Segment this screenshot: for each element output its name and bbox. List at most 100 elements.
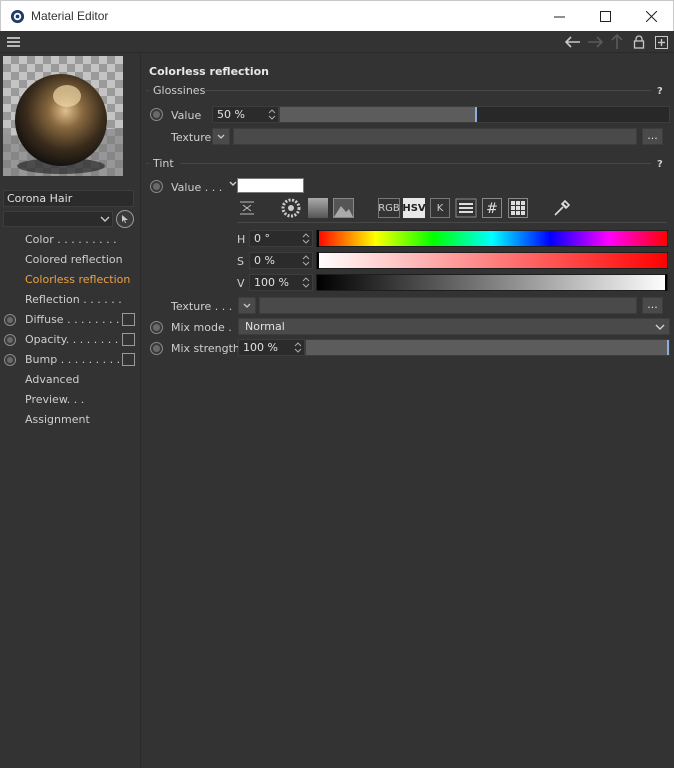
- hex-icon[interactable]: #: [482, 198, 502, 218]
- channel-animate-radio[interactable]: [4, 354, 16, 366]
- mix-strength-slider[interactable]: [305, 339, 670, 356]
- channel-item[interactable]: Colored reflection: [0, 250, 141, 270]
- glossiness-texture-dropdown[interactable]: [212, 128, 230, 145]
- slider-handle[interactable]: [667, 340, 669, 355]
- channel-animate-radio[interactable]: [4, 314, 16, 326]
- tint-animate-radio[interactable]: [150, 180, 163, 193]
- minimize-button[interactable]: [536, 1, 582, 31]
- mix-mode-animate-radio[interactable]: [150, 321, 163, 334]
- tint-value-label: Value . . .: [171, 181, 223, 194]
- channel-item[interactable]: Colorless reflection: [0, 270, 141, 290]
- channel-item-label: Color . . . . . . . . .: [25, 233, 117, 246]
- kelvin-mode-button[interactable]: K: [430, 198, 450, 218]
- channel-item[interactable]: Bump . . . . . . . . . .: [0, 350, 141, 370]
- lock-icon[interactable]: [630, 33, 648, 51]
- glossiness-group-label: Glossines: [153, 84, 206, 97]
- stepper-icon[interactable]: [302, 254, 310, 267]
- channel-settings: Colorless reflection Glossines ? Value 5…: [142, 53, 674, 768]
- material-picker-button[interactable]: [116, 210, 134, 228]
- saturation-gradient-slider[interactable]: [316, 252, 668, 269]
- glossiness-slider[interactable]: [279, 106, 670, 123]
- tint-help-button[interactable]: ?: [657, 159, 663, 170]
- material-dropdown[interactable]: [3, 211, 113, 227]
- tint-texture-browse-button[interactable]: ...: [642, 297, 663, 314]
- collapse-icon[interactable]: [237, 198, 257, 218]
- group-divider: [146, 90, 149, 91]
- channel-item-label: Bump . . . . . . . . . .: [25, 353, 128, 366]
- maximize-button[interactable]: [582, 1, 628, 31]
- group-divider: [180, 163, 651, 164]
- glossiness-animate-radio[interactable]: [150, 108, 163, 121]
- glossiness-help-button[interactable]: ?: [657, 86, 663, 97]
- glossiness-texture-browse-button[interactable]: ...: [642, 128, 663, 145]
- mix-strength-label: Mix strength: [171, 342, 240, 355]
- hsv-mode-button[interactable]: HSV: [402, 198, 426, 218]
- close-button[interactable]: [628, 1, 674, 31]
- title-bar: Material Editor: [0, 0, 674, 31]
- brightness-slider-handle[interactable]: [665, 274, 667, 291]
- channel-item[interactable]: Advanced: [0, 370, 141, 390]
- channel-item[interactable]: Assignment: [0, 410, 141, 430]
- color-wheel-icon[interactable]: [281, 198, 301, 218]
- material-name-field[interactable]: Corona Hair: [3, 190, 134, 207]
- channel-item-label: Advanced: [25, 373, 80, 386]
- picker-divider: [237, 222, 667, 223]
- stepper-icon[interactable]: [302, 276, 310, 289]
- window-title: Material Editor: [31, 9, 109, 23]
- stepper-icon[interactable]: [268, 108, 276, 121]
- glossiness-texture-field[interactable]: [233, 128, 637, 145]
- swatches-icon[interactable]: [508, 198, 528, 218]
- glossiness-value-input[interactable]: 50 %: [212, 106, 279, 123]
- maximize-icon: [599, 10, 611, 22]
- channel-enable-checkbox[interactable]: [122, 353, 135, 366]
- stepper-icon[interactable]: [302, 232, 310, 245]
- rgb-mode-button[interactable]: RGB: [378, 198, 400, 218]
- chevron-down-icon: [655, 324, 665, 330]
- brightness-gradient-slider[interactable]: [316, 274, 668, 291]
- mixer-icon[interactable]: [455, 198, 477, 218]
- slider-fill: [306, 340, 669, 355]
- material-preview[interactable]: [3, 56, 123, 176]
- channel-heading: Colorless reflection: [149, 65, 269, 78]
- channel-item-label: Preview. . .: [25, 393, 85, 406]
- chevron-down-icon: [100, 216, 110, 222]
- channel-enable-checkbox[interactable]: [122, 333, 135, 346]
- channel-item[interactable]: Color . . . . . . . . .: [0, 230, 141, 250]
- eyedropper-icon[interactable]: [552, 198, 572, 218]
- saturation-input[interactable]: 0 %: [249, 252, 313, 269]
- channel-item[interactable]: Preview. . .: [0, 390, 141, 410]
- hue-gradient-slider[interactable]: [316, 230, 668, 247]
- picture-icon[interactable]: [333, 198, 354, 218]
- new-window-icon[interactable]: [652, 33, 670, 51]
- channel-item[interactable]: Reflection . . . . . .: [0, 290, 141, 310]
- channel-enable-checkbox[interactable]: [122, 313, 135, 326]
- back-arrow-icon[interactable]: [564, 33, 582, 51]
- hue-slider-handle[interactable]: [317, 230, 319, 247]
- channel-item-label: Diffuse . . . . . . . . .: [25, 313, 127, 326]
- forward-arrow-icon[interactable]: [586, 33, 604, 51]
- channel-item[interactable]: Diffuse . . . . . . . . .: [0, 310, 141, 330]
- hue-label: H: [237, 233, 246, 246]
- up-arrow-icon[interactable]: [608, 33, 626, 51]
- stepper-icon[interactable]: [294, 341, 302, 354]
- saturation-slider-handle[interactable]: [317, 252, 319, 269]
- close-icon: [645, 10, 657, 22]
- tint-color-swatch[interactable]: [237, 178, 304, 193]
- tint-texture-field[interactable]: [259, 297, 637, 314]
- slider-handle[interactable]: [475, 107, 477, 122]
- hue-input[interactable]: 0 °: [249, 230, 313, 247]
- saturation-label: S: [237, 255, 244, 268]
- cinema4d-app-icon: [10, 9, 25, 24]
- mix-strength-input[interactable]: 100 %: [238, 339, 305, 356]
- spectrum-icon[interactable]: [308, 198, 328, 218]
- group-divider: [205, 90, 651, 91]
- brightness-input[interactable]: 100 %: [249, 274, 313, 291]
- value-label: V: [237, 277, 245, 290]
- channel-item-label: Colorless reflection: [25, 273, 131, 286]
- channel-animate-radio[interactable]: [4, 334, 16, 346]
- tint-texture-dropdown[interactable]: [238, 297, 256, 314]
- mix-strength-animate-radio[interactable]: [150, 342, 163, 355]
- mix-mode-select[interactable]: Normal: [238, 318, 670, 335]
- menu-icon[interactable]: [7, 37, 20, 47]
- channel-item[interactable]: Opacity. . . . . . . . .: [0, 330, 141, 350]
